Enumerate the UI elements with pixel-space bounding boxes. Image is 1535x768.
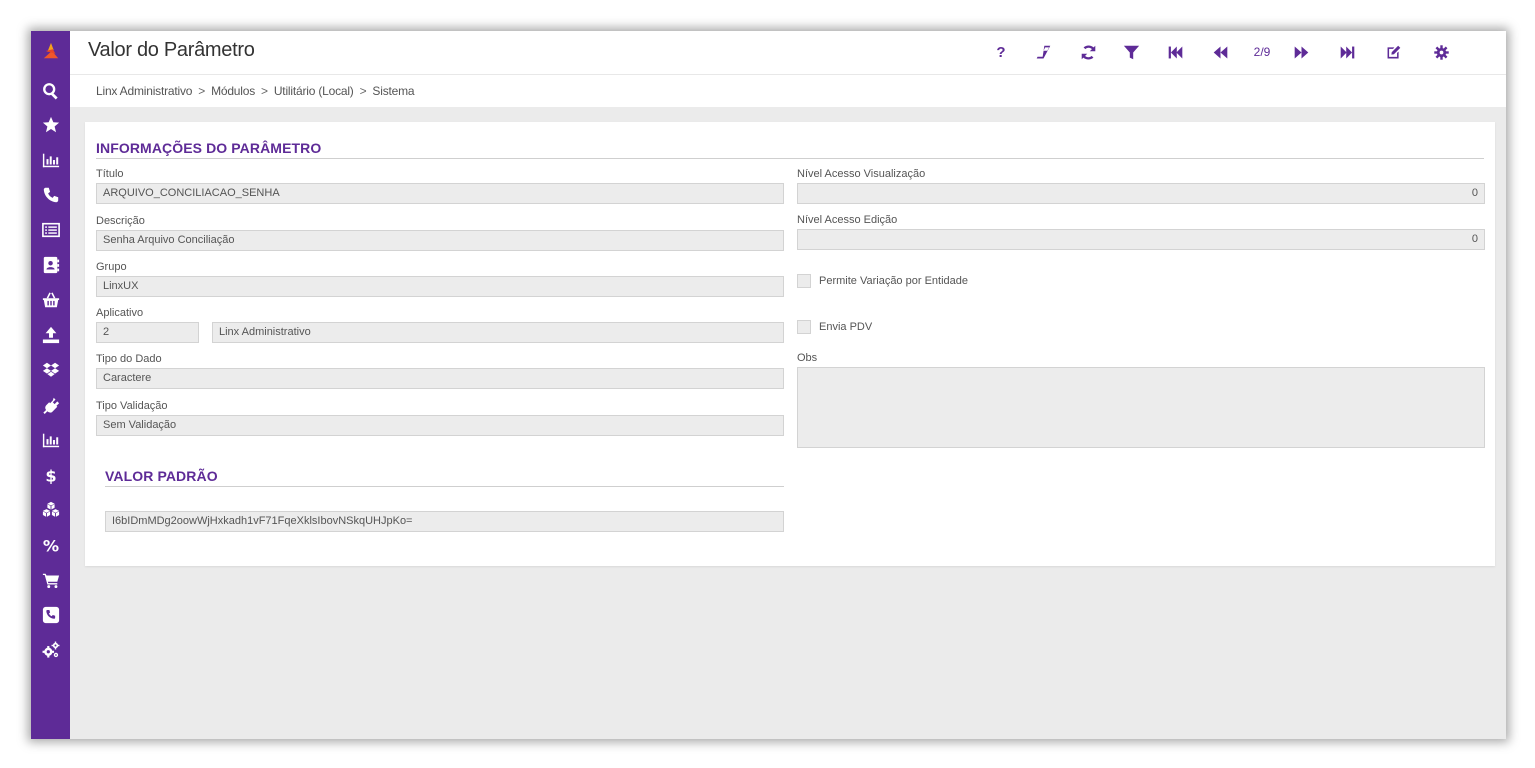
cubes-icon[interactable] — [40, 499, 61, 520]
breadcrumb-item[interactable]: Linx Administrativo — [96, 84, 192, 98]
clear-button[interactable] — [1033, 42, 1053, 62]
envia-pdv-checkbox[interactable] — [797, 320, 811, 334]
pager-indicator: 2/9 — [1250, 42, 1274, 62]
grupo-field[interactable]: LinxUX — [96, 276, 784, 297]
bar-chart-icon[interactable] — [40, 429, 61, 450]
basket-icon[interactable] — [40, 289, 61, 310]
descricao-label: Descrição — [96, 215, 145, 227]
tipo-validacao-label: Tipo Validação — [96, 400, 168, 412]
nivel-edicao-label: Nível Acesso Edição — [797, 214, 898, 226]
help-icon: ? — [996, 43, 1006, 61]
logo-icon[interactable] — [40, 40, 61, 61]
plug-icon[interactable] — [40, 394, 61, 415]
aplicativo-label: Aplicativo — [96, 307, 144, 319]
grupo-label: Grupo — [96, 261, 127, 273]
upload-icon[interactable] — [40, 324, 61, 345]
previous-icon — [1213, 46, 1227, 58]
envia-pdv-label: Envia PDV — [819, 321, 873, 333]
filter-button[interactable] — [1122, 42, 1140, 62]
section-divider — [105, 486, 784, 487]
form-panel: INFORMAÇÕES DO PARÂMETRO Título ARQUIVO_… — [85, 122, 1495, 566]
titulo-label: Título — [96, 168, 124, 180]
svg-text:$: $ — [45, 466, 56, 484]
nivel-visualizacao-label: Nível Acesso Visualização — [797, 168, 926, 180]
breadcrumb-item[interactable]: Sistema — [372, 84, 414, 98]
settings-icon — [1433, 44, 1449, 60]
last-record-button[interactable] — [1337, 42, 1357, 62]
valor-padrao-field[interactable]: I6bIDmMDg2oowWjHxkadh1vF71FqeXklsIbovNSk… — [105, 511, 784, 532]
eraser-icon — [1036, 45, 1050, 58]
breadcrumb-separator: > — [261, 84, 268, 98]
tipo-validacao-field[interactable]: Sem Validação — [96, 415, 784, 436]
breadcrumb-separator: > — [359, 84, 367, 98]
cogs-icon[interactable] — [40, 639, 61, 660]
breadcrumb-bar: Linx Administrativo > Módulos > Utilitário (… — [70, 75, 1506, 107]
obs-textarea[interactable] — [797, 367, 1485, 448]
last-icon — [1340, 46, 1354, 58]
dollar-icon[interactable]: $ — [40, 464, 61, 485]
cart-icon[interactable] — [40, 569, 61, 590]
refresh-icon — [1081, 44, 1095, 60]
tipo-dado-field[interactable]: Caractere — [96, 368, 784, 389]
top-bar: Valor do Parâmetro ? 2/9 — [70, 31, 1506, 75]
page-title: Valor do Parâmetro — [88, 39, 255, 61]
breadcrumb-item[interactable]: Utilitário (Local) — [274, 84, 354, 98]
percent-icon[interactable]: % — [40, 534, 61, 555]
next-icon — [1294, 46, 1308, 58]
help-button[interactable]: ? — [994, 42, 1008, 62]
obs-label: Obs — [797, 352, 818, 364]
phone-icon[interactable] — [40, 184, 61, 205]
list-icon[interactable] — [40, 219, 61, 240]
edit-button[interactable] — [1384, 42, 1402, 62]
titulo-field[interactable]: ARQUIVO_CONCILIACAO_SENHA — [96, 183, 784, 204]
breadcrumb: Linx Administrativo > Módulos > Utilitário (… — [96, 84, 415, 98]
pager-text: 2/9 — [1253, 45, 1271, 59]
nivel-edicao-field[interactable]: 0 — [797, 229, 1485, 250]
contacts-icon[interactable] — [40, 254, 61, 275]
bar-chart-icon[interactable] — [40, 149, 61, 170]
permite-variacao-checkbox[interactable] — [797, 274, 811, 288]
section-title-info: INFORMAÇÕES DO PARÂMETRO — [96, 140, 322, 156]
edit-icon — [1387, 45, 1400, 58]
phone-square-icon[interactable] — [40, 604, 61, 625]
first-icon — [1168, 46, 1182, 58]
svg-text:%: % — [42, 536, 58, 554]
app-window: $ % Valor do Parâmetro ? 2/9 Linx Admini… — [31, 31, 1506, 739]
filter-icon — [1123, 45, 1139, 59]
section-divider — [96, 158, 1484, 159]
descricao-field[interactable]: Senha Arquivo Conciliação — [96, 230, 784, 251]
next-record-button[interactable] — [1292, 42, 1310, 62]
aplicativo-name-field[interactable]: Linx Administrativo — [212, 322, 784, 343]
nivel-visualizacao-field[interactable]: 0 — [797, 183, 1485, 204]
refresh-button[interactable] — [1078, 42, 1098, 62]
breadcrumb-separator: > — [198, 84, 206, 98]
permite-variacao-label: Permite Variação por Entidade — [819, 275, 968, 287]
settings-button[interactable] — [1432, 42, 1450, 62]
breadcrumb-item[interactable]: Módulos — [211, 84, 255, 98]
first-record-button[interactable] — [1165, 42, 1185, 62]
tipo-dado-label: Tipo do Dado — [96, 353, 162, 365]
search-icon[interactable] — [40, 80, 61, 101]
section-title-valor-padrao: VALOR PADRÃO — [105, 468, 218, 484]
sidebar: $ % — [31, 31, 70, 739]
dropbox-icon[interactable] — [40, 359, 61, 380]
star-icon[interactable] — [40, 114, 61, 135]
previous-record-button[interactable] — [1211, 42, 1229, 62]
aplicativo-code-field[interactable]: 2 — [96, 322, 199, 343]
